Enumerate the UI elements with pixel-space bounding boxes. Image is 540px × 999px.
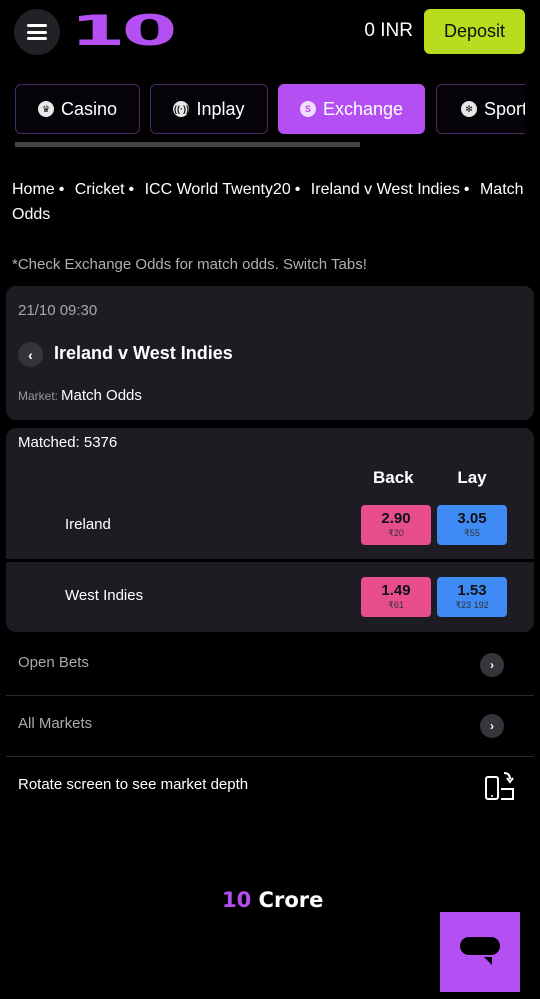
chat-button[interactable] — [440, 912, 520, 992]
balance: 0 INR — [364, 20, 413, 41]
lay-header: Lay — [457, 468, 487, 487]
event-card: 21/10 09:30 ‹ Ireland v West Indies Mark… — [6, 286, 534, 420]
runner-row: West Indies 1.49 ₹61 1.53 ₹23 192 — [6, 562, 534, 632]
back-odds-button[interactable]: 1.49 ₹61 — [361, 577, 431, 617]
event-title: Ireland v West Indies — [54, 343, 233, 363]
chat-icon — [460, 937, 500, 965]
odds-price: 1.53 — [457, 582, 487, 599]
tab-label: Exchange — [322, 98, 404, 119]
rotate-screen-icon — [485, 772, 514, 800]
odds-price: 3.05 — [457, 510, 487, 527]
back-button[interactable]: ‹ — [18, 342, 43, 367]
odds-price: 2.90 — [381, 510, 411, 527]
rotate-hint: Rotate screen to see market depth — [18, 776, 249, 793]
menu-button[interactable] — [14, 9, 60, 55]
odds-price: 1.49 — [381, 582, 411, 599]
tab-casino[interactable]: ♛ Casino — [15, 84, 140, 134]
matched-amount: Matched: 5376 — [18, 434, 118, 451]
category-tabs: ♛ Casino ((·)) Inplay S Exchange ✻ Sport — [15, 84, 525, 134]
chevron-left-icon: ‹ — [28, 346, 33, 363]
footer-logo-text: Crore — [258, 888, 324, 912]
deposit-button[interactable]: Deposit — [424, 9, 525, 54]
header: 10 0 INR Deposit — [0, 0, 540, 64]
lay-odds-button[interactable]: 3.05 ₹55 — [437, 505, 507, 545]
tab-exchange[interactable]: S Exchange — [278, 84, 425, 134]
all-markets-label: All Markets — [18, 715, 93, 732]
market-label: Market: — [18, 389, 59, 403]
odds-size: ₹23 192 — [455, 600, 489, 610]
footer-logo-accent: 10 — [222, 888, 252, 912]
all-markets-row[interactable]: All Markets › — [6, 696, 534, 757]
tab-label: Sport — [484, 98, 525, 119]
breadcrumb-competition[interactable]: ICC World Twenty20 — [145, 181, 291, 198]
ball-icon: ✻ — [461, 101, 477, 117]
open-bets-label: Open Bets — [18, 654, 89, 671]
runner-row: Matched: 5376 Back Lay Ireland 2.90 ₹20 … — [6, 428, 534, 559]
event-datetime: 21/10 09:30 — [18, 302, 98, 319]
footer-logo: 10 Crore — [222, 888, 323, 912]
tabs-scrollbar[interactable] — [15, 142, 360, 147]
lay-odds-button[interactable]: 1.53 ₹23 192 — [437, 577, 507, 617]
runner-name: Ireland — [65, 516, 111, 533]
odds-size: ₹55 — [464, 528, 480, 538]
tab-sport[interactable]: ✻ Sport — [436, 84, 525, 134]
tab-inplay[interactable]: ((·)) Inplay — [150, 84, 268, 134]
tab-label: Inplay — [196, 98, 245, 119]
live-signal-icon: ((·)) — [173, 101, 190, 117]
back-odds-button[interactable]: 2.90 ₹20 — [361, 505, 431, 545]
crown-icon: ♛ — [37, 101, 54, 117]
back-header: Back — [373, 468, 414, 487]
market-value: Match Odds — [61, 387, 142, 404]
logo[interactable]: 10 — [70, 6, 177, 56]
open-bets-row[interactable]: Open Bets › — [6, 635, 534, 696]
market-info: Market: Match Odds — [18, 387, 142, 404]
odds-size: ₹20 — [388, 528, 404, 538]
chevron-right-icon[interactable]: › — [480, 653, 504, 677]
odds-card: Matched: 5376 Back Lay Ireland 2.90 ₹20 … — [6, 428, 534, 632]
chevron-right-icon[interactable]: › — [480, 714, 504, 738]
tab-label: Casino — [60, 98, 118, 119]
exchange-note: *Check Exchange Odds for match odds. Swi… — [12, 256, 367, 273]
breadcrumb: Home • Cricket • ICC World Twenty20 • Irela… — [12, 181, 524, 223]
exchange-icon: S — [299, 101, 316, 117]
odds-size: ₹61 — [388, 600, 404, 610]
breadcrumb-event[interactable]: Ireland v West Indies — [311, 181, 460, 198]
breadcrumb-home[interactable]: Home — [12, 181, 55, 198]
breadcrumb-cricket[interactable]: Cricket — [75, 181, 125, 198]
runner-name: West Indies — [65, 587, 144, 604]
hamburger-icon — [27, 24, 47, 40]
